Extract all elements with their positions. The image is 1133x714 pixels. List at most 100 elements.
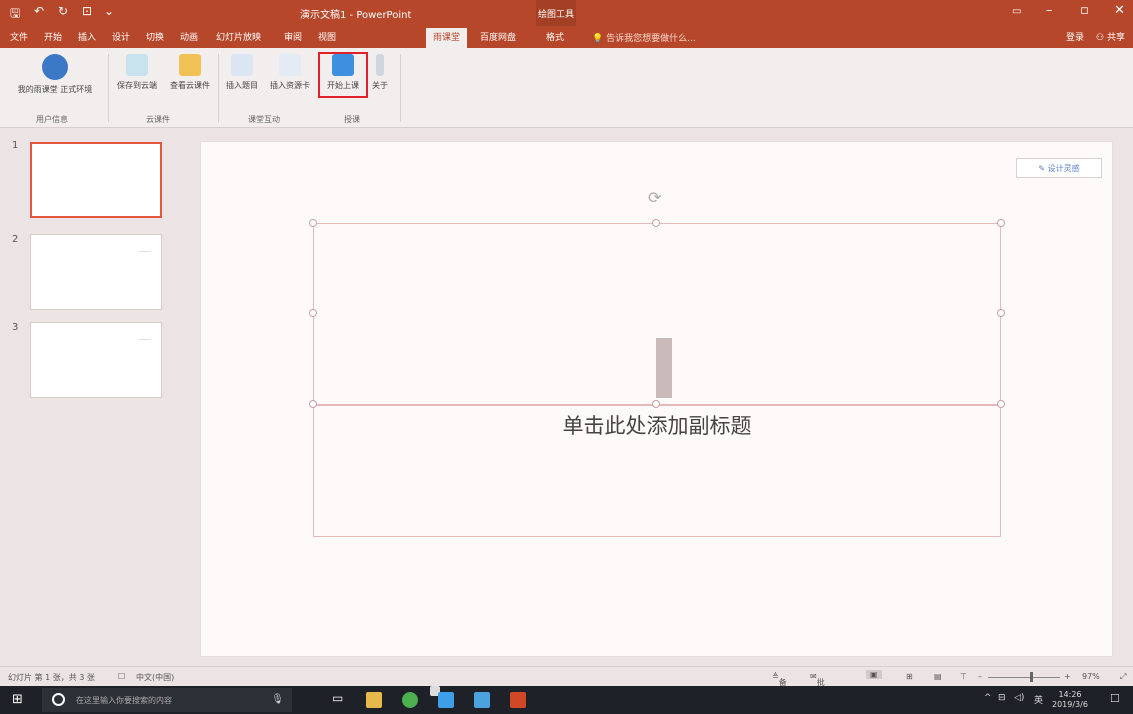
- spellcheck-icon[interactable]: ☐: [118, 672, 125, 681]
- info-icon: [376, 54, 384, 76]
- about-button[interactable]: 关于: [368, 54, 392, 91]
- zoom-in-icon[interactable]: +: [1064, 672, 1071, 681]
- microphone-icon[interactable]: 🎙: [271, 694, 284, 705]
- share-button[interactable]: ⚇ 共享: [1096, 30, 1125, 43]
- thumbnail-number: 3: [12, 322, 19, 333]
- maximize-icon[interactable]: ▫: [1080, 3, 1089, 18]
- group-separator: [108, 54, 109, 122]
- zoom-out-icon[interactable]: –: [978, 672, 982, 681]
- window-title: 演示文稿1 - PowerPoint: [300, 10, 412, 21]
- redo-icon[interactable]: ↻: [58, 4, 68, 18]
- view-cloud-courseware-button[interactable]: 查看云课件: [164, 54, 216, 91]
- design-ideas-icon: ✎: [1038, 164, 1046, 173]
- browser-icon[interactable]: [402, 692, 418, 708]
- my-rain-classroom-button[interactable]: 我的雨课堂 正式环境: [6, 54, 104, 95]
- tab-insert[interactable]: 插入: [78, 30, 96, 43]
- insert-resource-card-button[interactable]: 插入资源卡: [264, 54, 316, 91]
- tray-chevron-icon[interactable]: ^: [984, 693, 992, 703]
- taskbar-clock[interactable]: 14:26 2019/3/6: [1052, 690, 1088, 710]
- taskbar-search[interactable]: 在这里输入你要搜索的内容 🎙: [42, 688, 292, 712]
- save-to-cloud-button[interactable]: 保存到云端: [112, 54, 162, 91]
- resize-handle[interactable]: [309, 309, 317, 317]
- file-explorer-icon[interactable]: [366, 692, 382, 708]
- ime-indicator[interactable]: 英: [1034, 693, 1043, 706]
- design-ideas-label: 设计灵感: [1047, 164, 1080, 173]
- reading-view-icon[interactable]: ▤: [934, 672, 942, 681]
- windows-start-icon[interactable]: ⊞: [12, 692, 23, 707]
- ribbon-tabs: 文件 开始 插入 设计 切换 动画 幻灯片放映 审阅 视图 雨课堂 百度网盘 格…: [0, 26, 1133, 48]
- resize-handle[interactable]: [997, 309, 1005, 317]
- group-label-cloud: 云课件: [146, 115, 170, 124]
- powerpoint-taskbar-icon[interactable]: [510, 692, 526, 708]
- person-icon: ⚇: [1096, 33, 1105, 43]
- save-icon[interactable]: 🖫: [10, 4, 20, 25]
- customize-quick-access-icon[interactable]: ⌄: [104, 4, 114, 18]
- tab-transitions[interactable]: 切换: [146, 30, 164, 43]
- ribbon: 我的雨课堂 正式环境 保存到云端 查看云课件 插入题目 插入资源卡 开始上课 关…: [0, 48, 1133, 128]
- cortana-icon: [52, 693, 65, 706]
- resize-handle[interactable]: [309, 400, 317, 408]
- comments-button[interactable]: ✉ 批注: [810, 672, 825, 698]
- insert-resource-card-label: 插入资源卡: [270, 81, 310, 90]
- rotate-handle-icon[interactable]: ⟳: [648, 188, 661, 207]
- tab-slideshow[interactable]: 幻灯片放映: [216, 30, 261, 43]
- tab-baidu-netdisk[interactable]: 百度网盘: [480, 30, 516, 43]
- undo-icon[interactable]: ↶: [34, 4, 44, 18]
- clock-date: 2019/3/6: [1052, 700, 1088, 709]
- slide-sorter-icon[interactable]: ⊞: [906, 672, 913, 681]
- tab-file[interactable]: 文件: [10, 30, 28, 43]
- folder-icon: [179, 54, 201, 76]
- save-to-cloud-label: 保存到云端: [117, 81, 157, 90]
- insert-question-button[interactable]: 插入题目: [222, 54, 262, 91]
- tab-review[interactable]: 审阅: [284, 30, 302, 43]
- status-bar: 幻灯片 第 1 张，共 3 张 ☐ 中文(中国) ≜ 备注 ✉ 批注 ▣ ⊞ ▤…: [0, 666, 1133, 698]
- task-view-icon[interactable]: ▭: [332, 691, 343, 705]
- tab-rain-classroom[interactable]: 雨课堂: [426, 28, 468, 48]
- title-bar: 🖫 ↶ ↻ ⊡ ⌄ 演示文稿1 - PowerPoint 绘图工具 ▭ – ▫ …: [0, 0, 1133, 26]
- network-icon[interactable]: ⊟: [998, 693, 1006, 703]
- tab-design[interactable]: 设计: [112, 30, 130, 43]
- slide-thumbnail-2[interactable]: ———: [30, 234, 162, 310]
- normal-view-icon[interactable]: ▣: [866, 670, 882, 679]
- resize-handle[interactable]: [997, 219, 1005, 227]
- slide-thumbnail-3[interactable]: ———: [30, 322, 162, 398]
- user-avatar-icon: [42, 54, 68, 80]
- ribbon-display-options-icon[interactable]: ▭: [1012, 6, 1021, 17]
- slideshow-view-icon[interactable]: ⊤: [960, 672, 967, 681]
- resize-handle[interactable]: [652, 219, 660, 227]
- language-indicator[interactable]: 中文(中国): [136, 672, 174, 683]
- tab-format[interactable]: 格式: [546, 30, 564, 43]
- tell-me-search[interactable]: 💡 告诉我您想要做什么...: [592, 31, 696, 44]
- thumbnail-number: 2: [12, 234, 19, 245]
- close-icon[interactable]: ✕: [1114, 3, 1125, 18]
- tab-animations[interactable]: 动画: [180, 30, 198, 43]
- resize-handle[interactable]: [652, 400, 660, 408]
- zoom-slider[interactable]: [988, 677, 1060, 678]
- chat-app-icon[interactable]: [438, 692, 454, 708]
- mail-icon[interactable]: [474, 692, 490, 708]
- resize-handle[interactable]: [997, 400, 1005, 408]
- fit-slide-icon[interactable]: ⤢: [1120, 672, 1126, 682]
- zoom-slider-thumb[interactable]: [1030, 672, 1033, 682]
- share-label: 共享: [1106, 33, 1125, 43]
- group-label-teaching: 授课: [344, 115, 360, 124]
- tab-view[interactable]: 视图: [318, 30, 336, 43]
- design-ideas-button[interactable]: ✎ 设计灵感: [1016, 158, 1102, 178]
- minimize-icon[interactable]: –: [1046, 3, 1053, 18]
- lightbulb-icon: 💡: [592, 34, 604, 44]
- slide-thumbnail-1[interactable]: [30, 142, 162, 218]
- view-cloud-courseware-label: 查看云课件: [170, 81, 210, 90]
- resize-handle[interactable]: [309, 219, 317, 227]
- login-link[interactable]: 登录: [1066, 30, 1084, 43]
- start-from-beginning-icon[interactable]: ⊡: [82, 4, 92, 18]
- volume-icon[interactable]: ◁): [1014, 693, 1024, 703]
- contextual-tab-group: 绘图工具: [536, 0, 576, 26]
- notifications-icon[interactable]: ☐: [1110, 692, 1120, 705]
- tab-home[interactable]: 开始: [44, 30, 62, 43]
- about-label: 关于: [372, 81, 388, 90]
- group-label-user-info: 用户信息: [36, 115, 68, 124]
- notes-button[interactable]: ≜ 备注: [772, 672, 787, 698]
- zoom-level[interactable]: 97%: [1082, 672, 1100, 681]
- question-icon: [231, 54, 253, 76]
- subtitle-text[interactable]: 单击此处添加副标题: [314, 410, 1000, 440]
